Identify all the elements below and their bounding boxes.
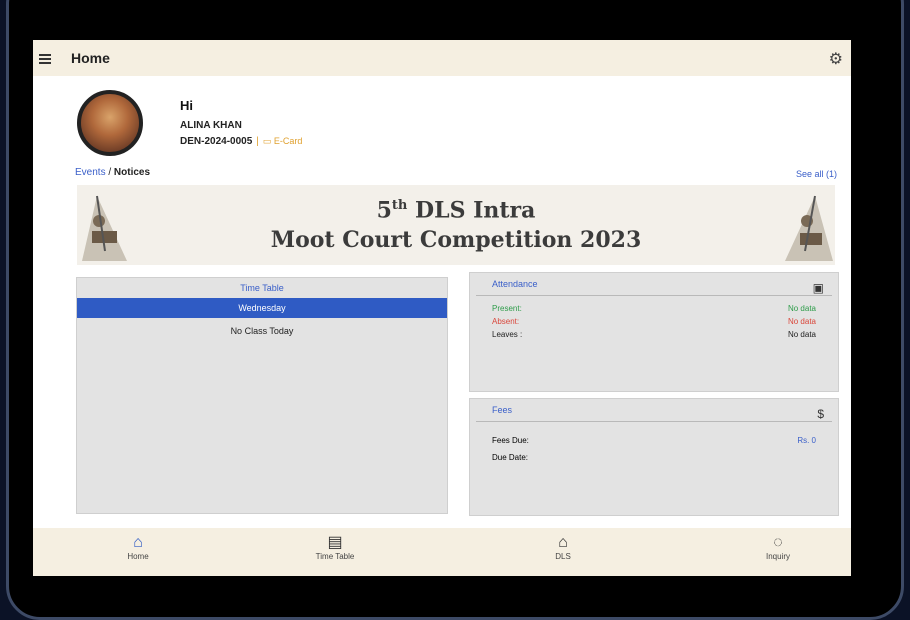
reg-row: DEN-2024-0005 | ▭ E-Card <box>180 136 302 147</box>
banner-ordinal-suffix: th <box>391 198 408 213</box>
nav-dls-label: DLS <box>555 552 571 561</box>
home-icon: ⌂ <box>133 534 143 551</box>
fees-header: Fees $ <box>476 399 832 422</box>
banner-line2: Moot Court Competition 2023 <box>270 227 642 254</box>
timetable-card[interactable]: Time Table Wednesday No Class Today <box>76 277 448 514</box>
fees-due-label: Fees Due: <box>492 436 529 445</box>
nav-home-label: Home <box>127 552 149 561</box>
leaves-label: Leaves : <box>492 330 523 339</box>
fees-card[interactable]: Fees $ Fees Due: Rs. 0 Due Date: <box>469 398 839 516</box>
greeting: Hi <box>180 98 193 113</box>
timetable-empty-message: No Class Today <box>230 326 294 336</box>
institution-icon: ⌂ <box>558 534 568 551</box>
banner-text: 5th DLS Intra Moot Court Competition 202… <box>77 191 835 255</box>
justice-illustration-right <box>785 195 833 261</box>
fees-due-row: Fees Due: Rs. 0 <box>492 434 816 447</box>
calendar-icon: ▣ <box>812 281 824 295</box>
events-notices-heading: Events / Notices <box>75 167 151 178</box>
app-screen: Home ⚙ Hi ALINA KHAN DEN-2024-0005 | ▭ E… <box>33 40 851 576</box>
present-value: No data <box>787 304 816 313</box>
chat-bubble-icon: ◌ <box>773 534 783 551</box>
event-banner[interactable]: 5th DLS Intra Moot Court Competition 202… <box>77 185 835 265</box>
hamburger-menu-icon[interactable] <box>39 54 51 64</box>
nav-inquiry[interactable]: ◌ Inquiry <box>728 534 828 561</box>
registration-number: DEN-2024-0005 <box>180 136 253 147</box>
absent-value: No data <box>787 317 816 326</box>
nav-inquiry-label: Inquiry <box>765 552 790 561</box>
bottom-nav: ⌂ Home ▤ Time Table ⌂ DLS ◌ Inquiry <box>33 528 851 576</box>
attendance-header: Attendance ▣ <box>476 273 832 296</box>
nav-home[interactable]: ⌂ Home <box>88 534 188 561</box>
due-date-label: Due Date: <box>492 453 529 462</box>
divider: | <box>256 136 259 147</box>
timetable-title: Time Table <box>240 283 284 293</box>
nav-time-table[interactable]: ▤ Time Table <box>285 534 385 561</box>
present-label: Present: <box>492 304 522 313</box>
nav-dls[interactable]: ⌂ DLS <box>513 534 613 561</box>
nav-time-table-label: Time Table <box>315 552 355 561</box>
leaves-value: No data <box>787 330 816 339</box>
fees-due-value: Rs. 0 <box>797 436 816 445</box>
e-card-label: E-Card <box>273 136 303 146</box>
attendance-row-absent: Absent: No data <box>492 315 816 328</box>
absent-label: Absent: <box>492 317 520 326</box>
banner-line1: DLS Intra <box>407 197 536 224</box>
attendance-row-leaves: Leaves : No data <box>492 328 816 341</box>
page-title: Home <box>71 50 110 66</box>
student-name: ALINA KHAN <box>180 120 242 131</box>
attendance-title: Attendance <box>492 279 538 289</box>
fees-title: Fees <box>492 405 513 415</box>
avatar[interactable] <box>77 90 143 156</box>
timetable-day: Wednesday <box>77 298 447 318</box>
due-date-row: Due Date: <box>492 451 816 464</box>
attendance-card[interactable]: Attendance ▣ Present: No data Absent: No… <box>469 272 839 392</box>
banner-ordinal: 5 <box>376 197 392 224</box>
calendar-icon: ▤ <box>327 534 343 551</box>
app-bar: Home ⚙ <box>33 40 851 76</box>
notices-tab[interactable]: Notices <box>114 167 150 178</box>
gear-icon[interactable]: ⚙ <box>829 49 843 69</box>
e-card-link[interactable]: ▭ E-Card <box>263 136 303 147</box>
attendance-row-present: Present: No data <box>492 302 816 315</box>
see-all-link[interactable]: See all (1) <box>796 169 837 179</box>
events-tab[interactable]: Events <box>75 167 106 178</box>
currency-icon: $ <box>817 407 824 421</box>
